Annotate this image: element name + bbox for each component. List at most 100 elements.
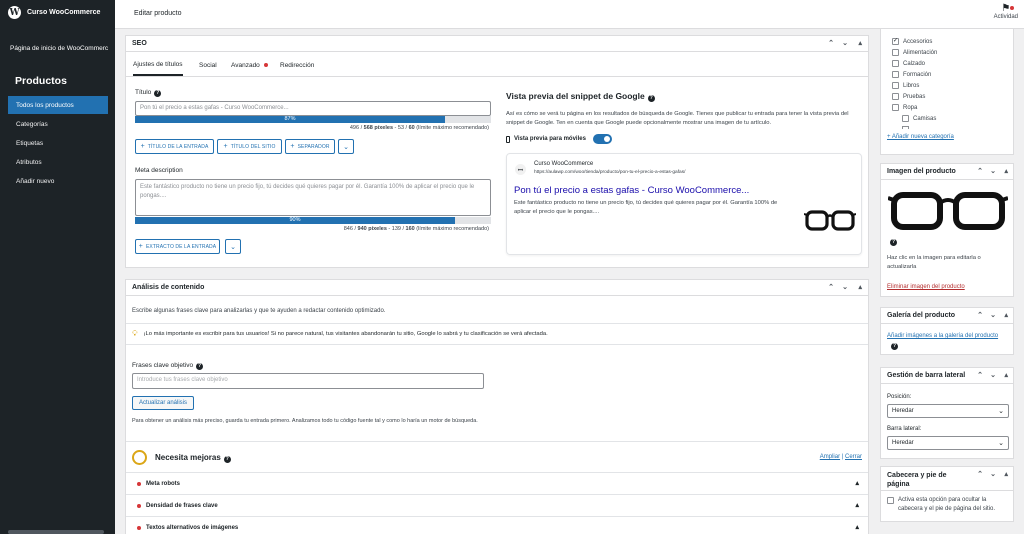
sidebar-item-attributes[interactable]: Atributos <box>8 153 108 171</box>
keyphrase-input[interactable]: Introduce tus frases clave objetivo <box>132 373 484 389</box>
help-icon[interactable]: ? <box>891 343 898 350</box>
google-site-name: Curso WooCommerce <box>534 161 594 167</box>
collapse-icon[interactable]: ▴ <box>1004 167 1008 175</box>
collapse-icon[interactable]: ▴ <box>858 39 862 47</box>
activity-button[interactable]: ⚑ Actividad <box>994 4 1018 21</box>
collapse-icon[interactable]: ▴ <box>858 283 862 291</box>
collapse-icon[interactable]: ▴ <box>1004 311 1008 319</box>
seo-panel-header[interactable]: SEO ⌃ ⌄ ▴ <box>126 36 868 52</box>
caret-up-icon[interactable]: ▴ <box>855 523 859 531</box>
sidebar-management-header[interactable]: Gestión de barra lateral ⌃ ⌄ ▴ <box>881 368 1013 384</box>
help-icon[interactable]: ? <box>647 95 655 102</box>
mobile-phone-icon <box>506 135 510 143</box>
needs-improvement-title: Necesita mejoras? <box>155 453 231 463</box>
sidebar-select[interactable]: Heredar ⌄ <box>887 436 1009 450</box>
tab-social[interactable]: Social <box>199 54 217 76</box>
checkbox[interactable] <box>892 49 899 56</box>
checkbox-checked[interactable]: ✓ <box>892 38 899 45</box>
checkbox[interactable] <box>892 71 899 78</box>
move-down-icon[interactable]: ⌄ <box>990 167 996 175</box>
insert-separator-button[interactable]: + SEPARADOR <box>285 139 335 154</box>
mobile-preview-label: Vista previa para móviles <box>514 136 586 142</box>
help-icon[interactable]: ? <box>154 90 162 97</box>
issue-item[interactable]: Densidad de frases clave ▴ <box>126 494 868 516</box>
insert-excerpt-button[interactable]: + EXTRACTO DE LA ENTRADA <box>135 239 220 254</box>
site-name[interactable]: Curso WooCommerce <box>27 9 100 16</box>
move-down-icon[interactable]: ⌄ <box>990 371 996 379</box>
close-link[interactable]: Cerrar <box>845 454 862 460</box>
move-up-icon[interactable]: ⌃ <box>977 311 983 319</box>
title-pixel-count: 496 / 568 píxeles - 53 / 60 (límite máxi… <box>349 125 489 131</box>
position-select[interactable]: Heredar ⌄ <box>887 404 1009 418</box>
category-item[interactable]: Camisas <box>902 115 936 122</box>
tabs-divider <box>126 76 868 77</box>
site-brand[interactable]: W Curso WooCommerce <box>8 6 100 19</box>
issue-item[interactable]: Textos alternativos de imágenes ▴ <box>126 516 868 534</box>
add-gallery-images-link[interactable]: Añadir imágenes a la galería del product… <box>887 333 998 339</box>
product-gallery-header[interactable]: Galería del producto ⌃ ⌄ ▴ <box>881 308 1013 324</box>
category-item[interactable]: Ropa <box>892 104 917 111</box>
snippet-preview-heading: Vista previa del snippet de Google? <box>506 91 655 102</box>
expand-link[interactable]: Ampliar <box>820 454 840 460</box>
insert-post-title-button[interactable]: + TÍTULO DE LA ENTRADA <box>135 139 214 154</box>
move-up-icon[interactable]: ⌃ <box>977 167 983 175</box>
tab-redirection[interactable]: Redirección <box>280 54 314 76</box>
meta-length-percent: 90% <box>289 217 301 223</box>
category-item[interactable]: ✓ Accesorios <box>892 38 932 45</box>
help-icon[interactable]: ? <box>890 239 897 246</box>
checkbox[interactable] <box>892 60 899 67</box>
collapse-icon[interactable]: ▴ <box>1004 470 1008 479</box>
wordpress-logo-icon[interactable]: W <box>8 6 21 19</box>
sidebar-item-categories[interactable]: Categorías <box>8 115 108 133</box>
checkbox[interactable] <box>902 115 909 122</box>
category-item[interactable]: Formación <box>892 71 931 78</box>
tab-advanced[interactable]: Avanzado <box>231 54 268 76</box>
move-down-icon[interactable]: ⌄ <box>990 470 996 479</box>
move-up-icon[interactable]: ⌃ <box>977 371 983 379</box>
sidebar-scrollbar[interactable] <box>8 530 104 534</box>
product-image[interactable] <box>887 186 1009 236</box>
checkbox[interactable] <box>892 104 899 111</box>
move-down-icon[interactable]: ⌄ <box>842 39 848 47</box>
category-item[interactable]: Libros <box>892 82 919 89</box>
header-footer-panel: Cabecera y pie de página ⌃ ⌄ ▴ Activa es… <box>880 466 1014 522</box>
checkbox[interactable] <box>892 82 899 89</box>
product-gallery-panel: Galería del producto ⌃ ⌄ ▴ Añadir imágen… <box>880 307 1014 355</box>
caret-up-icon[interactable]: ▴ <box>855 501 859 509</box>
chevron-down-icon[interactable]: ⌄ <box>338 139 354 154</box>
insert-site-title-button[interactable]: + TÍTULO DEL SITIO <box>217 139 282 154</box>
checkbox[interactable] <box>887 497 894 504</box>
issue-item[interactable]: Meta robots ▴ <box>126 472 868 494</box>
analysis-panel-header[interactable]: Análisis de contenido ⌃ ⌄ ▴ <box>126 280 868 296</box>
move-up-icon[interactable]: ⌃ <box>828 39 834 47</box>
mobile-preview-toggle[interactable] <box>592 134 612 144</box>
category-item[interactable]: Alimentación <box>892 49 937 56</box>
update-analysis-button[interactable]: Actualizar análisis <box>132 396 194 410</box>
remove-product-image-link[interactable]: Eliminar imagen del producto <box>887 284 965 290</box>
move-down-icon[interactable]: ⌄ <box>990 311 996 319</box>
meta-description-textarea[interactable]: Este fantástico producto no tiene un pre… <box>135 179 491 216</box>
help-icon[interactable]: ? <box>223 456 231 463</box>
woocommerce-home-link[interactable]: Página de inicio de WooCommerc <box>10 45 108 52</box>
caret-up-icon[interactable]: ▴ <box>855 479 859 487</box>
plus-icon: + <box>290 143 295 150</box>
add-category-link[interactable]: + Añadir nueva categoría <box>887 134 954 140</box>
move-up-icon[interactable]: ⌃ <box>828 283 834 291</box>
admin-sidebar: W Curso WooCommerce Página de inicio de … <box>0 0 115 534</box>
tab-title-settings[interactable]: Ajustes de títulos <box>133 54 183 76</box>
help-icon[interactable]: ? <box>196 363 204 370</box>
category-item[interactable]: Calzado <box>892 60 925 67</box>
move-down-icon[interactable]: ⌄ <box>842 283 848 291</box>
product-image-header[interactable]: Imagen del producto ⌃ ⌄ ▴ <box>881 164 1013 180</box>
chevron-down-icon[interactable]: ⌄ <box>225 239 241 254</box>
hide-header-footer-option[interactable]: Activa esta opción para ocultar la cabec… <box>887 496 1007 514</box>
sidebar-item-all-products[interactable]: Todos los productos <box>8 96 108 114</box>
checkbox[interactable] <box>892 93 899 100</box>
category-item[interactable]: Pruebas <box>892 93 925 100</box>
header-footer-header[interactable]: Cabecera y pie de página ⌃ ⌄ ▴ <box>881 467 1013 491</box>
collapse-icon[interactable]: ▴ <box>1004 371 1008 379</box>
move-up-icon[interactable]: ⌃ <box>977 470 983 479</box>
sidebar-item-add-new[interactable]: Añadir nuevo <box>8 172 108 190</box>
sidebar-item-tags[interactable]: Etiquetas <box>8 134 108 152</box>
seo-title-input[interactable]: Pon tú el precio a estas gafas - Curso W… <box>135 101 491 116</box>
